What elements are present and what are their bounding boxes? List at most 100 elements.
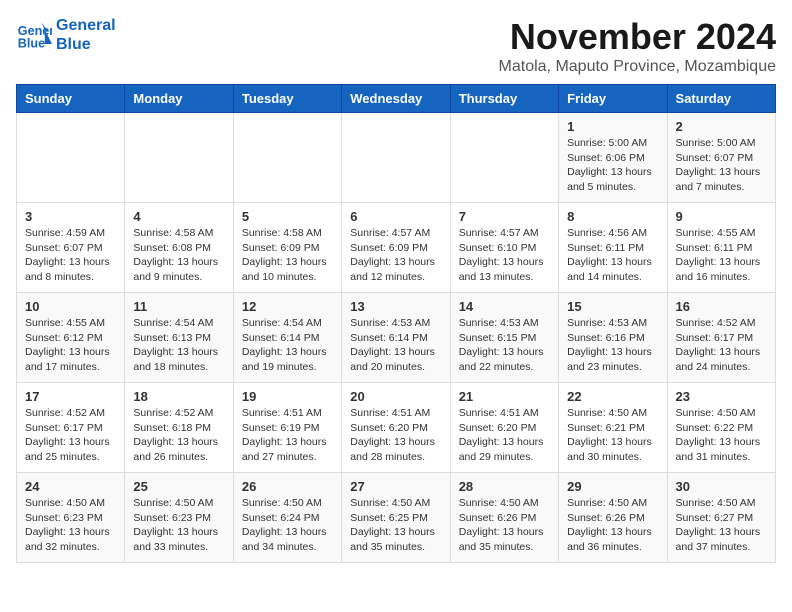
day-cell: 3Sunrise: 4:59 AM Sunset: 6:07 PM Daylig… [17,203,125,293]
day-cell: 13Sunrise: 4:53 AM Sunset: 6:14 PM Dayli… [342,293,450,383]
day-info: Sunrise: 4:54 AM Sunset: 6:14 PM Dayligh… [242,316,333,375]
day-cell: 23 Sunrise: 4:50 AM Sunset: 6:22 PM Dayli… [667,383,775,473]
day-number: 14 [459,299,550,314]
day-info: Sunrise: 5:00 AM Sunset: 6:07 PM Dayligh… [676,136,767,195]
logo-line1: General [56,16,116,35]
day-number: 24 [25,479,116,494]
day-cell: 24 Sunrise: 4:50 AM Sunset: 6:23 PM Dayli… [17,473,125,563]
header-cell-tuesday: Tuesday [233,85,341,113]
day-info: Sunrise: 4:52 AM Sunset: 6:18 PM Dayligh… [133,406,224,465]
day-number: 18 [133,389,224,404]
day-info: Sunrise: 4:50 AM Sunset: 6:21 PM Dayligh… [567,406,658,465]
day-cell: 14 Sunrise: 4:53 AM Sunset: 6:15 PM Dayli… [450,293,558,383]
day-info: Sunrise: 4:55 AM Sunset: 6:12 PM Dayligh… [25,316,116,375]
day-cell: 10Sunrise: 4:55 AM Sunset: 6:12 PM Dayli… [17,293,125,383]
day-cell [17,113,125,203]
day-number: 26 [242,479,333,494]
day-number: 23 [676,389,767,404]
day-number: 28 [459,479,550,494]
day-number: 21 [459,389,550,404]
logo-line2: Blue [56,35,116,54]
header-cell-wednesday: Wednesday [342,85,450,113]
header-cell-friday: Friday [559,85,667,113]
day-number: 6 [350,209,441,224]
day-info: Sunrise: 4:50 AM Sunset: 6:26 PM Dayligh… [567,496,658,555]
title-block: November 2024 Matola, Maputo Province, M… [499,16,776,76]
calendar-header: SundayMondayTuesdayWednesdayThursdayFrid… [17,85,776,113]
day-cell: 4Sunrise: 4:58 AM Sunset: 6:08 PM Daylig… [125,203,233,293]
svg-text:Blue: Blue [18,37,45,51]
day-cell: 8 Sunrise: 4:56 AM Sunset: 6:11 PM Daylig… [559,203,667,293]
logo: General Blue General Blue [16,16,116,54]
day-number: 9 [676,209,767,224]
day-info: Sunrise: 4:57 AM Sunset: 6:10 PM Dayligh… [459,226,550,285]
day-number: 13 [350,299,441,314]
day-cell: 28 Sunrise: 4:50 AM Sunset: 6:26 PM Dayli… [450,473,558,563]
day-cell: 25 Sunrise: 4:50 AM Sunset: 6:23 PM Dayli… [125,473,233,563]
day-info: Sunrise: 4:50 AM Sunset: 6:24 PM Dayligh… [242,496,333,555]
day-number: 30 [676,479,767,494]
day-cell: 15Sunrise: 4:53 AM Sunset: 6:16 PM Dayli… [559,293,667,383]
day-info: Sunrise: 4:50 AM Sunset: 6:26 PM Dayligh… [459,496,550,555]
day-number: 19 [242,389,333,404]
day-cell: 19Sunrise: 4:51 AM Sunset: 6:19 PM Dayli… [233,383,341,473]
day-info: Sunrise: 5:00 AM Sunset: 6:06 PM Dayligh… [567,136,658,195]
week-row-4: 17 Sunrise: 4:52 AM Sunset: 6:17 PM Dayli… [17,383,776,473]
day-number: 15 [567,299,658,314]
day-cell: 5Sunrise: 4:58 AM Sunset: 6:09 PM Daylig… [233,203,341,293]
day-number: 22 [567,389,658,404]
day-number: 25 [133,479,224,494]
day-info: Sunrise: 4:55 AM Sunset: 6:11 PM Dayligh… [676,226,767,285]
day-cell [342,113,450,203]
calendar-subtitle: Matola, Maputo Province, Mozambique [499,58,776,76]
day-number: 17 [25,389,116,404]
day-cell [450,113,558,203]
header: General Blue General Blue November 2024 … [16,16,776,76]
day-number: 11 [133,299,224,314]
day-number: 8 [567,209,658,224]
header-cell-monday: Monday [125,85,233,113]
day-number: 29 [567,479,658,494]
day-cell: 29 Sunrise: 4:50 AM Sunset: 6:26 PM Dayli… [559,473,667,563]
day-number: 20 [350,389,441,404]
day-info: Sunrise: 4:56 AM Sunset: 6:11 PM Dayligh… [567,226,658,285]
day-number: 12 [242,299,333,314]
day-cell: 26 Sunrise: 4:50 AM Sunset: 6:24 PM Dayli… [233,473,341,563]
day-info: Sunrise: 4:50 AM Sunset: 6:23 PM Dayligh… [133,496,224,555]
day-cell: 22 Sunrise: 4:50 AM Sunset: 6:21 PM Dayli… [559,383,667,473]
day-number: 2 [676,119,767,134]
day-info: Sunrise: 4:52 AM Sunset: 6:17 PM Dayligh… [676,316,767,375]
header-cell-thursday: Thursday [450,85,558,113]
day-info: Sunrise: 4:50 AM Sunset: 6:22 PM Dayligh… [676,406,767,465]
day-info: Sunrise: 4:52 AM Sunset: 6:17 PM Dayligh… [25,406,116,465]
day-cell: 6 Sunrise: 4:57 AM Sunset: 6:09 PM Daylig… [342,203,450,293]
day-info: Sunrise: 4:59 AM Sunset: 6:07 PM Dayligh… [25,226,116,285]
week-row-1: 1 Sunrise: 5:00 AM Sunset: 6:06 PM Daylig… [17,113,776,203]
day-info: Sunrise: 4:57 AM Sunset: 6:09 PM Dayligh… [350,226,441,285]
day-cell: 16 Sunrise: 4:52 AM Sunset: 6:17 PM Dayli… [667,293,775,383]
calendar-table: SundayMondayTuesdayWednesdayThursdayFrid… [16,84,776,563]
logo-icon: General Blue [16,17,52,53]
day-cell: 2 Sunrise: 5:00 AM Sunset: 6:07 PM Daylig… [667,113,775,203]
day-number: 1 [567,119,658,134]
day-info: Sunrise: 4:54 AM Sunset: 6:13 PM Dayligh… [133,316,224,375]
day-cell: 21 Sunrise: 4:51 AM Sunset: 6:20 PM Dayli… [450,383,558,473]
day-cell: 30 Sunrise: 4:50 AM Sunset: 6:27 PM Dayli… [667,473,775,563]
day-cell: 11 Sunrise: 4:54 AM Sunset: 6:13 PM Dayli… [125,293,233,383]
day-info: Sunrise: 4:51 AM Sunset: 6:20 PM Dayligh… [459,406,550,465]
day-info: Sunrise: 4:50 AM Sunset: 6:27 PM Dayligh… [676,496,767,555]
day-info: Sunrise: 4:50 AM Sunset: 6:23 PM Dayligh… [25,496,116,555]
header-cell-sunday: Sunday [17,85,125,113]
day-number: 27 [350,479,441,494]
day-number: 16 [676,299,767,314]
day-cell: 27Sunrise: 4:50 AM Sunset: 6:25 PM Dayli… [342,473,450,563]
day-cell: 9 Sunrise: 4:55 AM Sunset: 6:11 PM Daylig… [667,203,775,293]
day-cell: 20Sunrise: 4:51 AM Sunset: 6:20 PM Dayli… [342,383,450,473]
week-row-3: 10Sunrise: 4:55 AM Sunset: 6:12 PM Dayli… [17,293,776,383]
week-row-5: 24 Sunrise: 4:50 AM Sunset: 6:23 PM Dayli… [17,473,776,563]
day-cell: 1 Sunrise: 5:00 AM Sunset: 6:06 PM Daylig… [559,113,667,203]
day-cell: 7Sunrise: 4:57 AM Sunset: 6:10 PM Daylig… [450,203,558,293]
day-cell [125,113,233,203]
day-info: Sunrise: 4:53 AM Sunset: 6:15 PM Dayligh… [459,316,550,375]
day-info: Sunrise: 4:58 AM Sunset: 6:09 PM Dayligh… [242,226,333,285]
